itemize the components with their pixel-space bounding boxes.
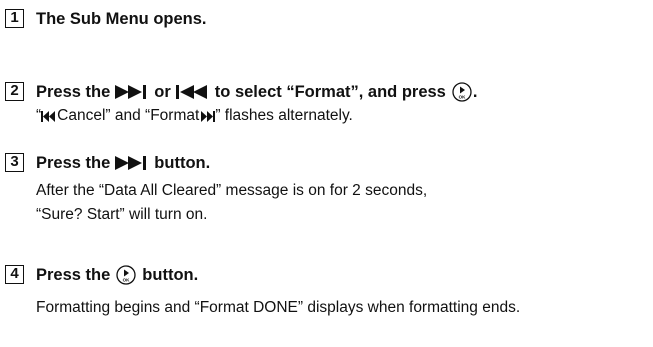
step-3-body-line-2: “Sure? Start” will turn on.: [36, 206, 208, 223]
step-2-heading-end: .: [472, 83, 478, 101]
step-2-heading-or: or: [154, 83, 171, 101]
ok-button-icon: OK: [452, 82, 472, 102]
svg-text:OK: OK: [459, 95, 467, 100]
step-3-body-line-1: After the “Data All Cleared” message is …: [36, 182, 428, 199]
step-2-note: “ Cancel” and “Format ” flashes alternat…: [36, 104, 353, 128]
skip-forward-icon: [201, 110, 216, 122]
prev-icon: [175, 85, 207, 99]
step-3-heading-prefix: Press the: [36, 154, 111, 172]
step-4-heading: Press the OK button.: [36, 265, 198, 285]
step-2-note-end: ” flashes alternately.: [215, 107, 353, 124]
step-4-body-line-1: Formatting begins and “Format DONE” disp…: [36, 299, 521, 316]
step-number-1: 1: [5, 9, 24, 28]
step-number-3: 3: [5, 153, 24, 172]
step-2-note-cancel: Cancel” and “Format: [57, 107, 200, 124]
ok-button-icon: OK: [116, 265, 136, 285]
step-4-heading-suffix: button.: [142, 266, 199, 284]
svg-text:OK: OK: [123, 278, 131, 283]
step-number-4: 4: [5, 265, 24, 284]
step-4-heading-prefix: Press the: [36, 266, 111, 284]
step-3-heading-suffix: button.: [154, 154, 211, 172]
next-icon: [115, 85, 147, 99]
skip-back-icon: [41, 110, 56, 122]
step-3-heading: Press the button.: [36, 153, 210, 173]
step-2-heading-middle: to select “Format”, and press: [214, 83, 446, 101]
step-1-heading: The Sub Menu opens.: [36, 10, 207, 28]
step-2-heading-prefix: Press the: [36, 83, 111, 101]
step-2-heading: Press the or to select “Format”, and pre…: [36, 82, 477, 102]
next-icon: [115, 156, 147, 170]
step-number-2: 2: [5, 82, 24, 101]
